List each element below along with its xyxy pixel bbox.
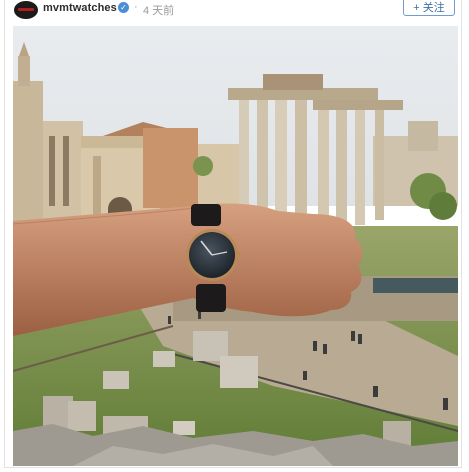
- follow-button[interactable]: + 关注: [403, 0, 455, 16]
- post-photo[interactable]: [13, 26, 458, 466]
- separator-dot: ·: [134, 1, 138, 13]
- verified-check-icon: ✓: [118, 2, 129, 13]
- post-header: mvmtwatches ✓ · 4 天前 + 关注: [5, 0, 461, 24]
- avatar[interactable]: [14, 1, 38, 19]
- post-timestamp: 4 天前: [143, 5, 175, 17]
- post-card: mvmtwatches ✓ · 4 天前 + 关注: [4, 0, 462, 468]
- username-link[interactable]: mvmtwatches: [43, 2, 117, 14]
